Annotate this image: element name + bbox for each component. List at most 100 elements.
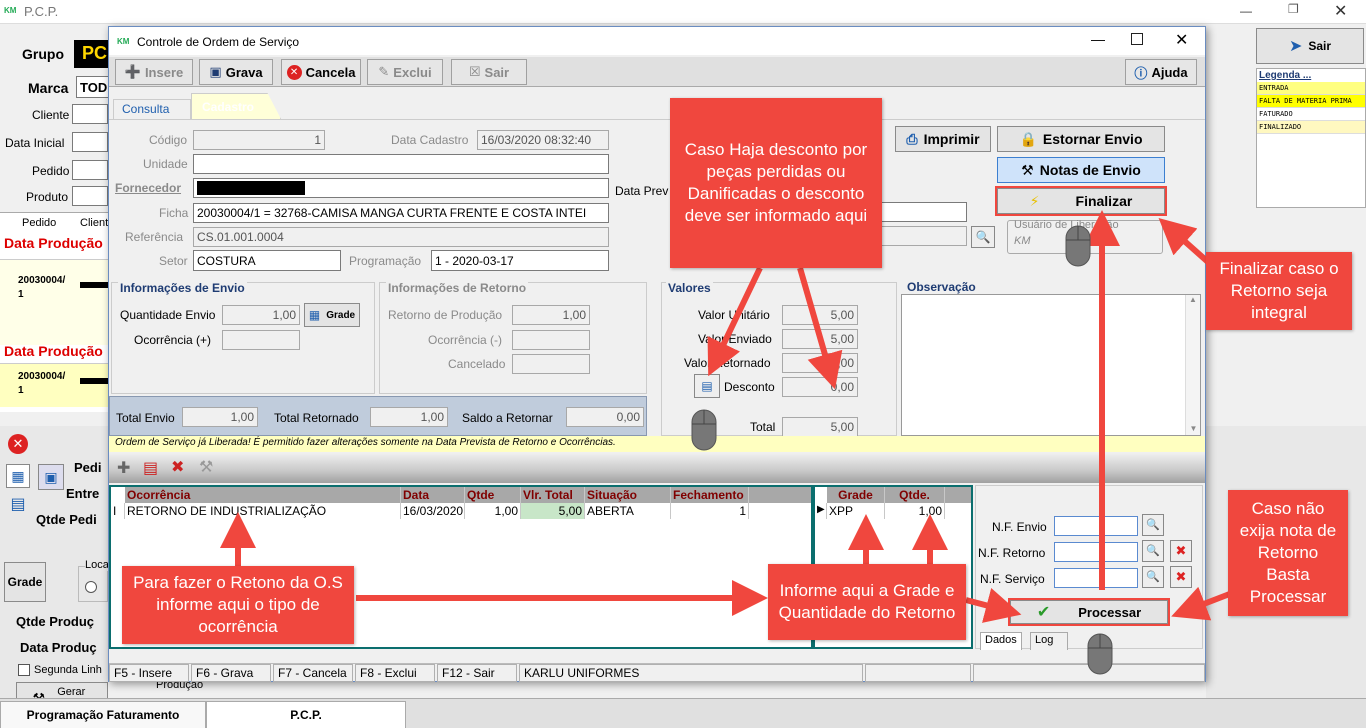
delete-row-icon[interactable]: ✖ (171, 457, 184, 477)
cell-grade-qtde[interactable]: 1,00 (885, 503, 945, 519)
total-retornado-field[interactable]: 1,00 (370, 407, 448, 427)
ficha-field[interactable]: 20030004/1 = 32768-CAMISA MANGA CURTA FR… (193, 203, 609, 223)
nf-servico-clear-icon[interactable]: ✖ (1170, 566, 1192, 588)
notas-envio-button[interactable]: ⚒ Notas de Envio (997, 157, 1165, 183)
col-situacao[interactable]: Situação (585, 487, 671, 503)
totals-bar: Total Envio 1,00 Total Retornado 1,00 Sa… (109, 396, 647, 436)
col-qtde[interactable]: Qtde (465, 487, 521, 503)
tab-programacao-faturamento[interactable]: Programação Faturamento (0, 701, 206, 728)
desconto-calc-icon[interactable]: ▤ (694, 374, 720, 398)
lower-grade-button[interactable]: Grade (4, 562, 46, 602)
dialog-close-icon[interactable]: ✕ (1175, 30, 1188, 50)
unidade-field[interactable] (193, 154, 609, 174)
add-row-icon[interactable]: ✚ (117, 458, 130, 478)
insere-button[interactable]: ➕ Insere (115, 59, 193, 85)
data-cadastro-field[interactable]: 16/03/2020 08:32:40 (477, 130, 609, 150)
cliente-field[interactable] (72, 104, 108, 124)
exclui-button[interactable]: ✎ Exclui (367, 59, 443, 85)
ocorrencia-minus-field[interactable] (512, 330, 590, 350)
valor-unitario-field[interactable]: 5,00 (782, 305, 858, 325)
close-icon[interactable]: ✕ (1334, 1, 1354, 20)
cell-qtde[interactable]: 1,00 (465, 503, 521, 519)
clipboard-icon[interactable]: ▤ (6, 494, 30, 518)
tool-icon[interactable]: ⚒ (199, 457, 213, 477)
grava-button[interactable]: ▣ Grava (199, 59, 273, 85)
quantidade-envio-field[interactable]: 1,00 (222, 305, 300, 325)
main-row-1[interactable]: 20030004/ 1 (0, 259, 108, 345)
close-circle-icon[interactable]: ✕ (8, 434, 28, 454)
total-envio-field[interactable]: 1,00 (182, 407, 258, 427)
valor-enviado-field[interactable]: 5,00 (782, 329, 858, 349)
tab-cadastro[interactable]: Cadastro (191, 93, 281, 119)
status-f7: F7 - Cancela (273, 664, 353, 682)
valor-retornado-field[interactable]: 5,00 (782, 353, 858, 373)
processar-button[interactable]: ✔ Processar (1008, 598, 1170, 626)
col-grade[interactable]: Grade (827, 487, 885, 503)
col-grade-qtde[interactable]: Qtde. (885, 487, 945, 503)
imprimir-button[interactable]: ⎙ Imprimir (895, 126, 991, 152)
marca-field[interactable]: TOD (76, 76, 110, 98)
dialog-minimize-icon[interactable]: — (1091, 31, 1105, 47)
main-row-2[interactable]: 20030004/ 1 (0, 363, 108, 407)
data-prev-field[interactable] (879, 202, 967, 222)
grade-envio-button[interactable]: ▦ Grade (304, 303, 360, 327)
pedido-field[interactable] (72, 160, 108, 180)
subtab-log[interactable]: Log (1030, 632, 1068, 650)
col-data[interactable]: Data (401, 487, 465, 503)
cancelado-field[interactable] (512, 354, 590, 374)
observacao-textarea[interactable] (901, 294, 1201, 436)
dialog-maximize-icon[interactable] (1131, 33, 1143, 45)
nf-servico-field[interactable] (1054, 568, 1138, 588)
fornecedor-field[interactable] (193, 178, 609, 198)
edit-row-icon[interactable]: ▤ (143, 458, 158, 478)
main-sair-button[interactable]: ➤ Sair (1256, 28, 1364, 64)
col-ocorrencia[interactable]: Ocorrência (125, 487, 401, 503)
cell-grade[interactable]: XPP (827, 503, 885, 519)
cell-vlr-total[interactable]: 5,00 (521, 503, 585, 519)
setor-field[interactable]: COSTURA (193, 250, 341, 271)
ocorrencia-grid-header: Ocorrência Data Qtde Vlr. Total Situação… (125, 487, 811, 503)
grid-icon[interactable]: ▣ (38, 464, 64, 490)
restore-icon[interactable]: ❐ (1288, 2, 1308, 18)
cell-fechamento[interactable]: 1 (671, 503, 749, 519)
table-row[interactable]: I RETORNO DE INDUSTRIALIZAÇÃO 16/03/2020… (111, 503, 811, 519)
programacao-field[interactable]: 1 - 2020-03-17 (431, 250, 609, 271)
tab-pcp[interactable]: P.C.P. (206, 701, 406, 728)
estornar-envio-button[interactable]: 🔒 Estornar Envio (997, 126, 1165, 152)
segunda-linha-checkbox[interactable] (18, 664, 30, 676)
cell-ocorrencia[interactable]: RETORNO DE INDUSTRIALIZAÇÃO (125, 503, 401, 519)
col-fechamento[interactable]: Fechamento (671, 487, 749, 503)
tab-consulta[interactable]: Consulta (113, 99, 191, 119)
local-radio[interactable] (85, 581, 97, 593)
cell-situacao[interactable]: ABERTA (585, 503, 671, 519)
calendar-icon[interactable]: ▦ (6, 464, 30, 488)
minimize-icon[interactable]: — (1240, 4, 1260, 20)
nf-envio-search-icon[interactable]: 🔍 (1142, 514, 1164, 536)
ocorrencia-plus-field[interactable] (222, 330, 300, 350)
produto-field[interactable] (72, 186, 108, 206)
nf-retorno-field[interactable] (1054, 542, 1138, 562)
subtab-dados[interactable]: Dados (980, 632, 1022, 650)
cancela-button[interactable]: ✕ Cancela (281, 59, 361, 85)
nf-envio-field[interactable] (1054, 516, 1138, 536)
codigo-field[interactable]: 1 (193, 130, 325, 150)
data-inicial-field[interactable] (72, 132, 108, 152)
nf-retorno-clear-icon[interactable]: ✖ (1170, 540, 1192, 562)
saldo-field[interactable]: 0,00 (566, 407, 644, 427)
cell-data[interactable]: 16/03/2020 (401, 503, 465, 519)
extra-field[interactable] (879, 226, 967, 246)
grade-row[interactable]: ▶ XPP 1,00 (815, 503, 971, 519)
search-icon[interactable]: 🔍 (971, 226, 995, 248)
desconto-field[interactable]: 0,00 (782, 377, 858, 397)
col-vlr-total[interactable]: Vlr. Total (521, 487, 585, 503)
retorno-producao-field[interactable]: 1,00 (512, 305, 590, 325)
referencia-field[interactable]: CS.01.001.0004 (193, 227, 609, 247)
finalizar-button[interactable]: ⚡ Finalizar (995, 186, 1167, 216)
ajuda-button[interactable]: ⓘ Ajuda (1125, 59, 1197, 85)
total-field[interactable]: 5,00 (782, 417, 858, 437)
usuario-liberacao-value: KM (1014, 235, 1031, 247)
nf-servico-search-icon[interactable]: 🔍 (1142, 566, 1164, 588)
nf-retorno-search-icon[interactable]: 🔍 (1142, 540, 1164, 562)
observacao-scrollbar[interactable]: ▲ ▼ (1185, 295, 1200, 435)
sair-button[interactable]: ☒ Sair (451, 59, 527, 85)
